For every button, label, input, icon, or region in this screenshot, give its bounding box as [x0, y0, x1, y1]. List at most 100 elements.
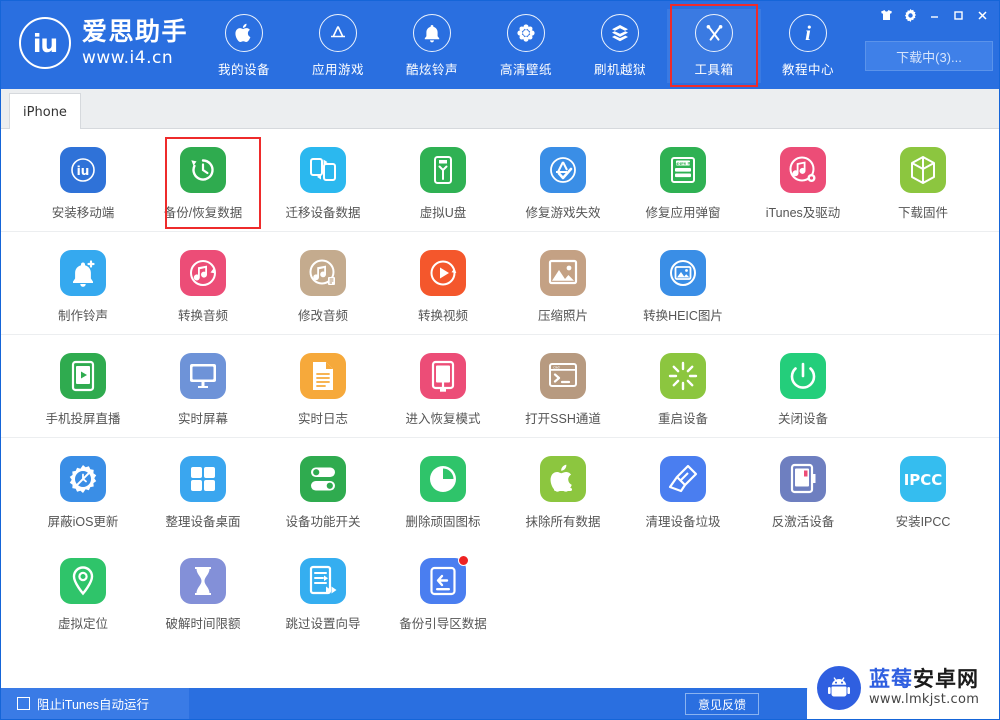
tool-item[interactable]: 备份引导区数据: [383, 540, 503, 642]
i4-assistant-window: iu 爱思助手 www.i4.cn 我的设备 应用游戏 酷炫铃声 高清壁纸 刷机…: [0, 0, 1000, 720]
tool-item[interactable]: 备份/恢复数据: [143, 129, 263, 231]
tool-row: 制作铃声 转换音频 修改音频 转换视频 压缩照片 转换HEIC图片: [1, 232, 999, 334]
tools-icon: [695, 14, 733, 52]
tool-item[interactable]: 跳过设置向导: [263, 540, 383, 642]
ipcc-icon: IPCC: [900, 456, 946, 502]
tool-item[interactable]: iTunes及驱动: [743, 129, 863, 231]
shutdown-device-icon: [780, 353, 826, 399]
tool-item[interactable]: IPCC 安装IPCC: [863, 438, 983, 540]
tool-item[interactable]: 下载固件: [863, 129, 983, 231]
gear-icon[interactable]: [899, 5, 921, 25]
tool-icon-wrap: [300, 353, 346, 399]
bell-icon: [413, 14, 451, 52]
nav-tab-ringtones[interactable]: 酷炫铃声: [385, 9, 479, 83]
firmware-icon: [900, 147, 946, 193]
tool-item[interactable]: 屏蔽iOS更新: [23, 438, 143, 540]
tool-icon-wrap: [300, 456, 346, 502]
tool-icon-wrap: [300, 147, 346, 193]
tool-icon-wrap: [300, 558, 346, 604]
tool-item[interactable]: 修复游戏失效: [503, 129, 623, 231]
erase-all-icon: [540, 456, 586, 502]
tool-item[interactable]: 迁移设备数据: [263, 129, 383, 231]
tool-item[interactable]: 设备功能开关: [263, 438, 383, 540]
tool-item-label: 删除顽固图标: [405, 515, 481, 529]
realtime-log-icon: [300, 353, 346, 399]
device-tab-iphone[interactable]: iPhone: [9, 93, 81, 130]
backup-restore-icon: [180, 147, 226, 193]
tool-icon-wrap: [660, 353, 706, 399]
make-ringtone-icon: [60, 250, 106, 296]
tool-item[interactable]: cmd 打开SSH通道: [503, 335, 623, 437]
tool-icon-wrap: [180, 558, 226, 604]
fix-game-icon: [540, 147, 586, 193]
nav-tab-flash-jailbreak[interactable]: 刷机越狱: [573, 9, 667, 83]
deactivate-icon: [780, 456, 826, 502]
tool-item[interactable]: 删除顽固图标: [383, 438, 503, 540]
tool-item[interactable]: 抹除所有数据: [503, 438, 623, 540]
migrate-device-icon: [300, 147, 346, 193]
tool-item-label: 压缩照片: [537, 309, 588, 323]
box-open-icon: [601, 14, 639, 52]
nav-tab-wallpapers[interactable]: 高清壁纸: [479, 9, 573, 83]
apple-icon: [225, 14, 263, 52]
tool-item[interactable]: 转换视频: [383, 232, 503, 334]
brand: iu 爱思助手 www.i4.cn: [19, 17, 188, 69]
delete-icon-icon: [420, 456, 466, 502]
tool-item[interactable]: 反激活设备: [743, 438, 863, 540]
tool-icon-wrap: [60, 456, 106, 502]
tool-icon-wrap: [60, 558, 106, 604]
tool-item[interactable]: 转换音频: [143, 232, 263, 334]
tool-item[interactable]: 整理设备桌面: [143, 438, 263, 540]
tool-item[interactable]: 制作铃声: [23, 232, 143, 334]
tool-item[interactable]: 进入恢复模式: [383, 335, 503, 437]
tool-item[interactable]: 修改音频: [263, 232, 383, 334]
tool-item[interactable]: 虚拟U盘: [383, 129, 503, 231]
tool-item[interactable]: 破解时间限额: [143, 540, 263, 642]
tool-item-label: 手机投屏直播: [45, 412, 121, 426]
tool-item[interactable]: 压缩照片: [503, 232, 623, 334]
tool-item[interactable]: 转换HEIC图片: [623, 232, 743, 334]
skin-icon[interactable]: [875, 5, 897, 25]
tool-icon-wrap: [540, 147, 586, 193]
tool-item-label: 设备功能开关: [285, 515, 361, 529]
tool-item[interactable]: 重启设备: [623, 335, 743, 437]
tool-group: iu 安装移动端 备份/恢复数据 迁移设备数据 虚拟U盘 修复游戏失效 Apple ID 修复…: [1, 129, 999, 231]
feedback-button[interactable]: 意见反馈: [685, 693, 759, 715]
tool-item-label: 迁移设备数据: [285, 206, 361, 220]
tool-item[interactable]: 实时屏幕: [143, 335, 263, 437]
nav-tab-label: 工具箱: [694, 63, 734, 77]
tool-item[interactable]: 虚拟定位: [23, 540, 143, 642]
time-limit-icon: [180, 558, 226, 604]
tool-icon-wrap: [780, 147, 826, 193]
tool-item-label: 备份/恢复数据: [163, 206, 243, 220]
nav-tab-toolbox[interactable]: 工具箱: [667, 4, 761, 87]
nav-tab-label: 刷机越狱: [593, 63, 646, 77]
tool-item-label: 下载固件: [897, 206, 948, 220]
tool-row: 屏蔽iOS更新 整理设备桌面 设备功能开关 删除顽固图标 抹除所有数据 清理设备垃圾 反激活…: [1, 438, 999, 540]
flower-icon: [507, 14, 545, 52]
download-status-button[interactable]: 下载中(3)...: [865, 41, 993, 71]
nav-tab-apps-games[interactable]: 应用游戏: [291, 9, 385, 83]
block-itunes-checkbox-row[interactable]: 阻止iTunes自动运行: [1, 688, 189, 719]
tool-item[interactable]: 关闭设备: [743, 335, 863, 437]
nav-tab-tutorials[interactable]: i 教程中心: [761, 9, 855, 83]
tool-item[interactable]: 实时日志: [263, 335, 383, 437]
block-itunes-checkbox[interactable]: [17, 697, 30, 710]
tool-item-label: 转换视频: [417, 309, 468, 323]
tool-item[interactable]: iu 安装移动端: [23, 129, 143, 231]
tool-item[interactable]: 清理设备垃圾: [623, 438, 743, 540]
nav-tab-my-device[interactable]: 我的设备: [197, 9, 291, 83]
recovery-mode-icon: [420, 353, 466, 399]
close-icon[interactable]: [971, 5, 993, 25]
tool-item-label: 跳过设置向导: [285, 617, 361, 631]
minimize-icon[interactable]: [923, 5, 945, 25]
tool-item-label: 修复应用弹窗: [645, 206, 721, 220]
tool-item-label: 屏蔽iOS更新: [47, 515, 119, 529]
tool-item-label: 抹除所有数据: [525, 515, 601, 529]
apple-id-icon: Apple ID: [660, 147, 706, 193]
maximize-icon[interactable]: [947, 5, 969, 25]
tool-item[interactable]: Apple ID 修复应用弹窗: [623, 129, 743, 231]
tool-item-label: 虚拟U盘: [419, 206, 467, 220]
tool-group: 屏蔽iOS更新 整理设备桌面 设备功能开关 删除顽固图标 抹除所有数据 清理设备垃圾 反激活…: [1, 437, 999, 642]
tool-item[interactable]: 手机投屏直播: [23, 335, 143, 437]
